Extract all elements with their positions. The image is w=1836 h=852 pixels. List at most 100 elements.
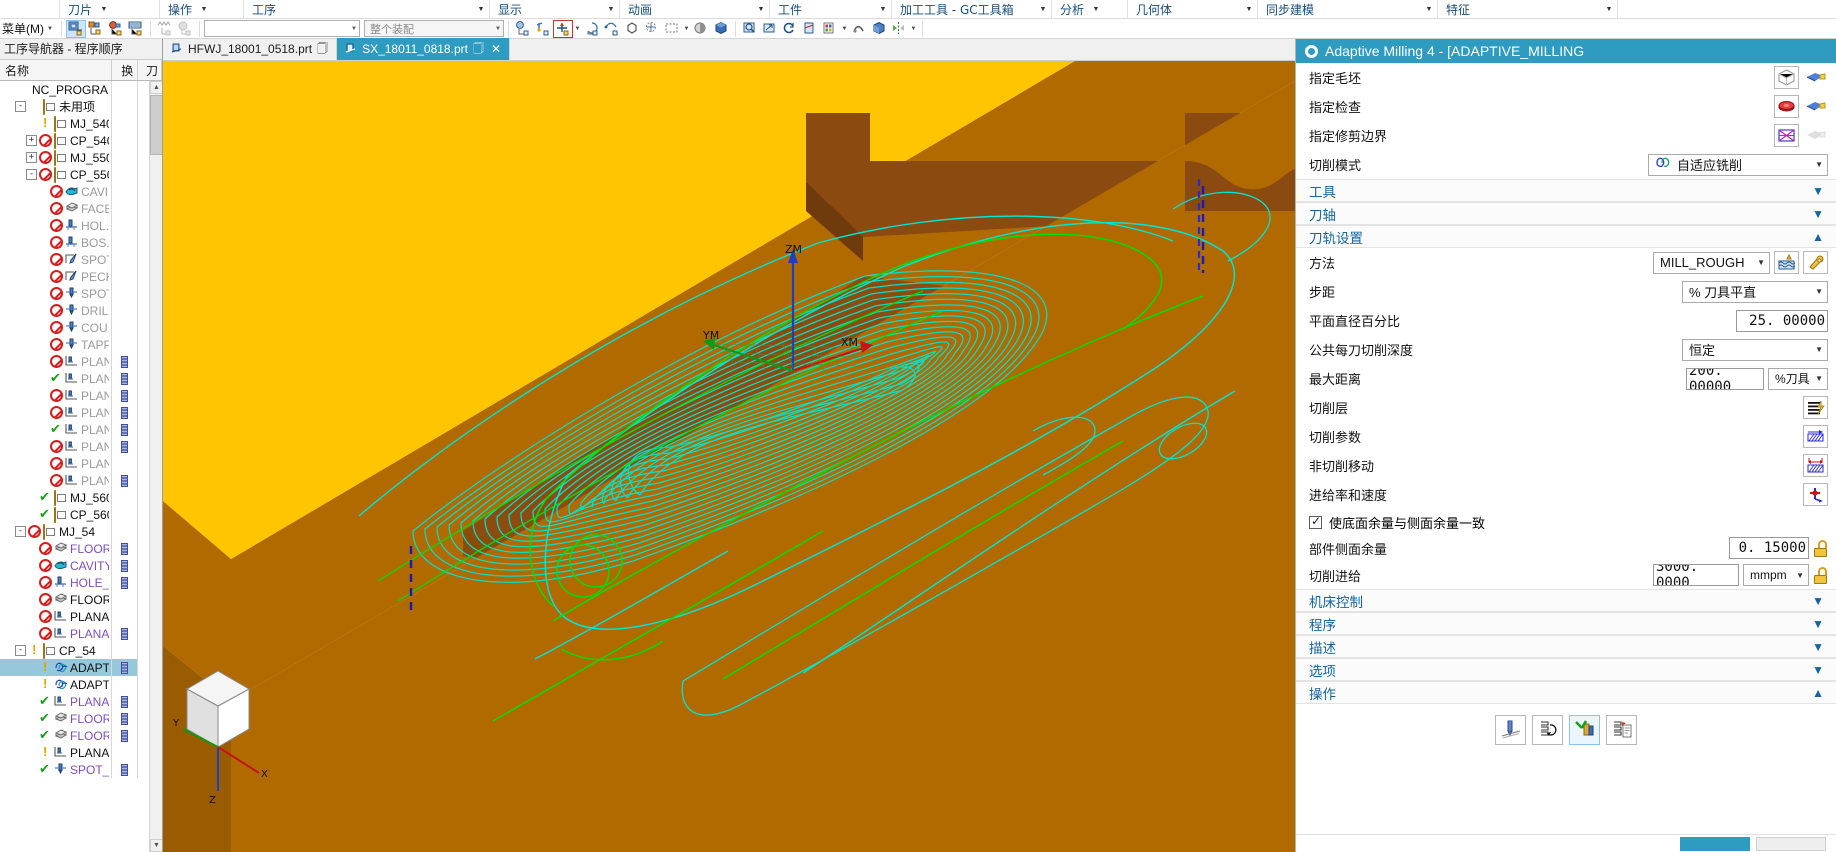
chevron-down-icon[interactable] bbox=[1423, 0, 1435, 19]
detach-tab-icon[interactable]: 🗍 bbox=[473, 40, 484, 59]
tree-row-switch-cell[interactable] bbox=[112, 268, 139, 285]
max-distance-input[interactable]: 200. 00000 bbox=[1686, 367, 1764, 390]
trim-boundary-icon[interactable] bbox=[1774, 124, 1799, 147]
tree-row-switch-cell[interactable] bbox=[112, 336, 139, 353]
tree-row-name-cell[interactable]: HOL... bbox=[0, 217, 113, 234]
section-options[interactable]: 选项 ▼ bbox=[1296, 658, 1836, 681]
tree-row[interactable]: - CP_550 bbox=[0, 166, 162, 183]
section-actions[interactable]: 操作 ▲ bbox=[1296, 681, 1836, 704]
ribbon-tab-5[interactable]: 工件 bbox=[770, 0, 892, 19]
part-side-stock-input[interactable]: 0. 15000 bbox=[1729, 537, 1809, 559]
tree-row-name-cell[interactable]: MJ_560 bbox=[0, 489, 113, 506]
tree-row-switch-cell[interactable] bbox=[112, 353, 139, 370]
tree-row-name-cell[interactable]: FLOOR_... bbox=[0, 591, 113, 608]
tree-row[interactable]: PLANAR... bbox=[0, 744, 162, 761]
ribbon-tab-6[interactable]: 加工工具 - GC工具箱 bbox=[892, 0, 1052, 19]
tree-row-name-cell[interactable]: PLANAR... bbox=[0, 693, 113, 710]
floor-same-as-side-checkbox-row[interactable]: 使底面余量与侧面余量一致 bbox=[1296, 509, 1836, 535]
tree-row-name-cell[interactable]: - MJ_54 bbox=[0, 523, 113, 540]
ribbon-tab-3[interactable]: 显示 bbox=[490, 0, 620, 19]
close-icon[interactable]: ✕ bbox=[489, 42, 501, 56]
chevron-down-icon[interactable]: ▼ bbox=[909, 20, 918, 38]
mirror-icon[interactable] bbox=[889, 20, 909, 38]
chevron-down-icon[interactable]: ▼ bbox=[47, 26, 53, 32]
tree-row[interactable]: PLAN... bbox=[0, 438, 162, 455]
tree-row-name-cell[interactable]: CAVITY_... bbox=[0, 557, 113, 574]
edit-method-icon[interactable] bbox=[1774, 251, 1799, 274]
tree-row-name-cell[interactable]: SPOT... bbox=[0, 285, 113, 302]
tree-row-switch-cell[interactable] bbox=[112, 540, 139, 557]
tree-row-switch-cell[interactable] bbox=[112, 574, 139, 591]
tree-row-name-cell[interactable]: BOS... bbox=[0, 234, 113, 251]
tree-row-switch-cell[interactable] bbox=[112, 659, 139, 676]
expand-icon[interactable]: + bbox=[26, 135, 37, 146]
column-header-switch[interactable]: 换 bbox=[112, 60, 139, 80]
rotate-icon[interactable] bbox=[780, 20, 800, 38]
cut-levels-icon[interactable] bbox=[1803, 396, 1828, 419]
tree-row[interactable]: PLANAR... bbox=[0, 608, 162, 625]
tree-row-switch-cell[interactable] bbox=[112, 404, 139, 421]
tree-row[interactable]: COU... bbox=[0, 319, 162, 336]
section-path-settings[interactable]: 刀轨设置 ▲ bbox=[1296, 225, 1836, 248]
tree-row[interactable]: NC_PROGRAM bbox=[0, 81, 162, 98]
tree-row-switch-cell[interactable] bbox=[112, 302, 139, 319]
tree-row[interactable]: HOL... bbox=[0, 217, 162, 234]
chevron-down-icon[interactable]: ▼ bbox=[1792, 571, 1804, 580]
tree-row[interactable]: PLANAR... bbox=[0, 693, 162, 710]
select-filter-icon[interactable] bbox=[513, 20, 533, 38]
chevron-up-icon[interactable]: ▲ bbox=[1812, 686, 1824, 700]
tree-row[interactable]: MJ_560 bbox=[0, 489, 162, 506]
collapse-icon[interactable]: - bbox=[26, 169, 37, 180]
tree-row-name-cell[interactable]: PLAN... bbox=[0, 455, 113, 472]
unlocked-icon[interactable] bbox=[1813, 566, 1828, 584]
render-style-icon[interactable] bbox=[711, 20, 731, 38]
zoom-fit-icon[interactable] bbox=[740, 20, 760, 38]
chevron-down-icon[interactable]: ▼ bbox=[1807, 345, 1823, 354]
chevron-down-icon[interactable] bbox=[877, 0, 889, 19]
tree-row-name-cell[interactable]: ADAPTI... bbox=[0, 659, 113, 676]
tree-row[interactable]: PLAN... bbox=[0, 421, 162, 438]
chevron-down-icon[interactable]: ▼ bbox=[1813, 374, 1823, 383]
tree-row[interactable]: CAVITY_... bbox=[0, 557, 162, 574]
chevron-down-icon[interactable]: ▼ bbox=[1812, 640, 1824, 654]
ok-button[interactable] bbox=[1680, 836, 1750, 851]
ribbon-tab-1[interactable]: 操作 bbox=[160, 0, 244, 19]
tree-row-switch-cell[interactable] bbox=[112, 523, 139, 540]
tree-row-switch-cell[interactable] bbox=[112, 149, 139, 166]
ribbon-tab-8[interactable]: 几何体 bbox=[1128, 0, 1258, 19]
tree-row[interactable]: PLANAR... bbox=[0, 625, 162, 642]
column-header-name[interactable]: 名称 bbox=[0, 60, 113, 80]
rectangle-select-icon[interactable] bbox=[662, 20, 682, 38]
tree-row-switch-cell[interactable] bbox=[112, 591, 139, 608]
tree-row-switch-cell[interactable] bbox=[112, 421, 139, 438]
section-program[interactable]: 程序 ▼ bbox=[1296, 612, 1836, 635]
pan-icon[interactable] bbox=[760, 20, 780, 38]
tree-row-switch-cell[interactable] bbox=[112, 727, 139, 744]
chevron-down-icon[interactable] bbox=[475, 0, 487, 19]
tree-row-name-cell[interactable]: + MJ_550 bbox=[0, 149, 113, 166]
tree-row[interactable]: SPOT... bbox=[0, 251, 162, 268]
tree-row-switch-cell[interactable] bbox=[112, 115, 139, 132]
chevron-down-icon[interactable] bbox=[755, 0, 767, 19]
stepover-combo[interactable]: % 刀具平直 ▼ bbox=[1682, 280, 1828, 303]
document-tab-1[interactable]: SX_18011_0818.prt 🗍 ✕ bbox=[337, 38, 511, 60]
tree-row-switch-cell[interactable] bbox=[112, 710, 139, 727]
tree-row-switch-cell[interactable] bbox=[112, 251, 139, 268]
tree-row-name-cell[interactable]: - CP_54 bbox=[0, 642, 113, 659]
ribbon-tab-4[interactable]: 动画 bbox=[620, 0, 770, 19]
tree-row-name-cell[interactable]: PECK... bbox=[0, 268, 113, 285]
cut-feed-input[interactable]: 3000. 0000 bbox=[1653, 564, 1739, 586]
tree-row[interactable]: FLOOR_... bbox=[0, 727, 162, 744]
section-tool-axis[interactable]: 刀轴 ▼ bbox=[1296, 202, 1836, 225]
ribbon-tab-9[interactable]: 同步建模 bbox=[1258, 0, 1438, 19]
tree-row-switch-cell[interactable] bbox=[112, 642, 139, 659]
tree-row[interactable]: BOS... bbox=[0, 234, 162, 251]
tree-row-name-cell[interactable]: COU... bbox=[0, 319, 113, 336]
tree-row-switch-cell[interactable] bbox=[112, 387, 139, 404]
chevron-down-icon[interactable] bbox=[198, 0, 210, 19]
create-method-icon[interactable] bbox=[126, 20, 146, 38]
tree-row[interactable]: PECK... bbox=[0, 268, 162, 285]
shade-icon[interactable] bbox=[691, 20, 711, 38]
create-operation-icon[interactable] bbox=[65, 19, 86, 38]
tree-row[interactable]: + CP_540 bbox=[0, 132, 162, 149]
